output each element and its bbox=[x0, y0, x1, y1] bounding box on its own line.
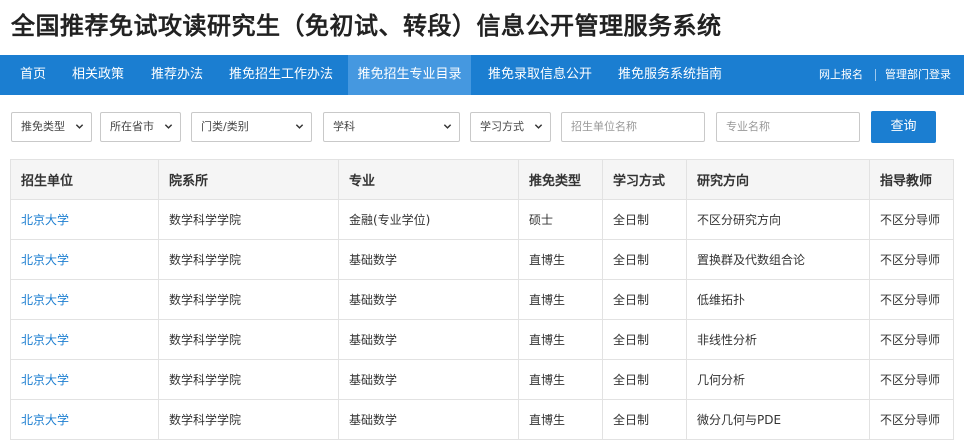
header-major: 专业 bbox=[338, 159, 519, 200]
unit-link[interactable]: 北京大学 bbox=[10, 399, 159, 440]
supervisor-cell: 不区分导师 bbox=[869, 399, 954, 440]
table-row: 北京大学 数学科学学院 基础数学 直博生 全日制 低维拓扑 不区分导师 bbox=[10, 279, 954, 320]
major-name-input[interactable]: 专业名称 bbox=[716, 112, 860, 142]
major-cell: 基础数学 bbox=[338, 319, 519, 360]
header-unit: 招生单位 bbox=[10, 159, 159, 200]
header-research-direction: 研究方向 bbox=[686, 159, 870, 200]
major-cell: 基础数学 bbox=[338, 359, 519, 400]
table-row: 北京大学 数学科学学院 基础数学 直博生 全日制 置换群及代数组合论 不区分导师 bbox=[10, 239, 954, 280]
nav-item-recommend-method[interactable]: 推荐办法 bbox=[139, 55, 215, 95]
table-header-row: 招生单位 院系所 专业 推免类型 学习方式 研究方向 指导教师 bbox=[10, 159, 954, 200]
major-name-placeholder: 专业名称 bbox=[726, 120, 770, 133]
recommend-type-cell: 直博生 bbox=[518, 279, 603, 320]
header-supervisor: 指导教师 bbox=[869, 159, 954, 200]
unit-link[interactable]: 北京大学 bbox=[10, 359, 159, 400]
department-cell: 数学科学学院 bbox=[158, 319, 339, 360]
chevron-down-icon bbox=[164, 124, 173, 129]
department-cell: 数学科学学院 bbox=[158, 279, 339, 320]
department-cell: 数学科学学院 bbox=[158, 199, 339, 240]
nav-divider bbox=[875, 69, 876, 81]
unit-link[interactable]: 北京大学 bbox=[10, 279, 159, 320]
study-mode-cell: 全日制 bbox=[602, 239, 687, 280]
category-select-value: 门类/类别 bbox=[201, 120, 249, 133]
supervisor-cell: 不区分导师 bbox=[869, 279, 954, 320]
recommend-type-cell: 硕士 bbox=[518, 199, 603, 240]
supervisor-cell: 不区分导师 bbox=[869, 199, 954, 240]
subject-select[interactable]: 学科 bbox=[323, 112, 460, 142]
recommend-type-cell: 直博生 bbox=[518, 399, 603, 440]
nav-item-service-guide[interactable]: 推免服务系统指南 bbox=[606, 55, 734, 95]
major-cell: 金融(专业学位) bbox=[338, 199, 519, 240]
supervisor-cell: 不区分导师 bbox=[869, 359, 954, 400]
category-select[interactable]: 门类/类别 bbox=[191, 112, 312, 142]
chevron-down-icon bbox=[295, 124, 304, 129]
research-direction-cell: 不区分研究方向 bbox=[686, 199, 870, 240]
province-select-value: 所在省市 bbox=[110, 120, 154, 133]
table-row: 北京大学 数学科学学院 基础数学 直博生 全日制 几何分析 不区分导师 bbox=[10, 359, 954, 400]
major-cell: 基础数学 bbox=[338, 279, 519, 320]
table-row: 北京大学 数学科学学院 金融(专业学位) 硕士 全日制 不区分研究方向 不区分导… bbox=[10, 199, 954, 240]
recommend-type-cell: 直博生 bbox=[518, 239, 603, 280]
major-cell: 基础数学 bbox=[338, 399, 519, 440]
department-cell: 数学科学学院 bbox=[158, 359, 339, 400]
header-department: 院系所 bbox=[158, 159, 339, 200]
major-catalog-table: 招生单位 院系所 专业 推免类型 学习方式 研究方向 指导教师 北京大学 数学科… bbox=[10, 159, 954, 440]
major-cell: 基础数学 bbox=[338, 239, 519, 280]
study-mode-cell: 全日制 bbox=[602, 319, 687, 360]
study-mode-cell: 全日制 bbox=[602, 359, 687, 400]
unit-link[interactable]: 北京大学 bbox=[10, 239, 159, 280]
type-select-value: 推免类型 bbox=[21, 120, 65, 133]
study-mode-cell: 全日制 bbox=[602, 279, 687, 320]
study-mode-select-value: 学习方式 bbox=[480, 120, 524, 133]
chevron-down-icon bbox=[534, 124, 543, 129]
research-direction-cell: 非线性分析 bbox=[686, 319, 870, 360]
nav-item-admission-rules[interactable]: 推免招生工作办法 bbox=[217, 55, 345, 95]
nav-item-policies[interactable]: 相关政策 bbox=[60, 55, 136, 95]
chevron-down-icon bbox=[75, 124, 84, 129]
online-register-link[interactable]: 网上报名 bbox=[819, 55, 863, 95]
department-cell: 数学科学学院 bbox=[158, 399, 339, 440]
province-select[interactable]: 所在省市 bbox=[100, 112, 181, 142]
query-button[interactable]: 查询 bbox=[871, 111, 936, 143]
table-row: 北京大学 数学科学学院 基础数学 直博生 全日制 微分几何与PDE 不区分导师 bbox=[10, 399, 954, 440]
admin-login-link[interactable]: 管理部门登录 bbox=[885, 55, 951, 95]
research-direction-cell: 低维拓扑 bbox=[686, 279, 870, 320]
header-study-mode: 学习方式 bbox=[602, 159, 687, 200]
supervisor-cell: 不区分导师 bbox=[869, 239, 954, 280]
type-select[interactable]: 推免类型 bbox=[11, 112, 92, 142]
supervisor-cell: 不区分导师 bbox=[869, 319, 954, 360]
study-mode-cell: 全日制 bbox=[602, 399, 687, 440]
nav-item-home[interactable]: 首页 bbox=[10, 55, 56, 95]
table-row: 北京大学 数学科学学院 基础数学 直博生 全日制 非线性分析 不区分导师 bbox=[10, 319, 954, 360]
unit-link[interactable]: 北京大学 bbox=[10, 199, 159, 240]
recommend-type-cell: 直博生 bbox=[518, 359, 603, 400]
main-nav: 首页 相关政策 推荐办法 推免招生工作办法 推免招生专业目录 推免录取信息公开 … bbox=[0, 55, 964, 95]
unit-name-placeholder: 招生单位名称 bbox=[571, 120, 637, 133]
chevron-down-icon bbox=[443, 124, 452, 129]
department-cell: 数学科学学院 bbox=[158, 239, 339, 280]
page-title: 全国推荐免试攻读研究生（免初试、转段）信息公开管理服务系统 bbox=[11, 12, 722, 40]
unit-name-input[interactable]: 招生单位名称 bbox=[561, 112, 705, 142]
research-direction-cell: 微分几何与PDE bbox=[686, 399, 870, 440]
unit-link[interactable]: 北京大学 bbox=[10, 319, 159, 360]
nav-item-admission-disclosure[interactable]: 推免录取信息公开 bbox=[476, 55, 604, 95]
subject-select-value: 学科 bbox=[333, 120, 355, 133]
nav-item-major-catalog[interactable]: 推免招生专业目录 bbox=[348, 55, 471, 95]
research-direction-cell: 几何分析 bbox=[686, 359, 870, 400]
study-mode-select[interactable]: 学习方式 bbox=[470, 112, 551, 142]
header-recommend-type: 推免类型 bbox=[518, 159, 603, 200]
study-mode-cell: 全日制 bbox=[602, 199, 687, 240]
recommend-type-cell: 直博生 bbox=[518, 319, 603, 360]
research-direction-cell: 置换群及代数组合论 bbox=[686, 239, 870, 280]
